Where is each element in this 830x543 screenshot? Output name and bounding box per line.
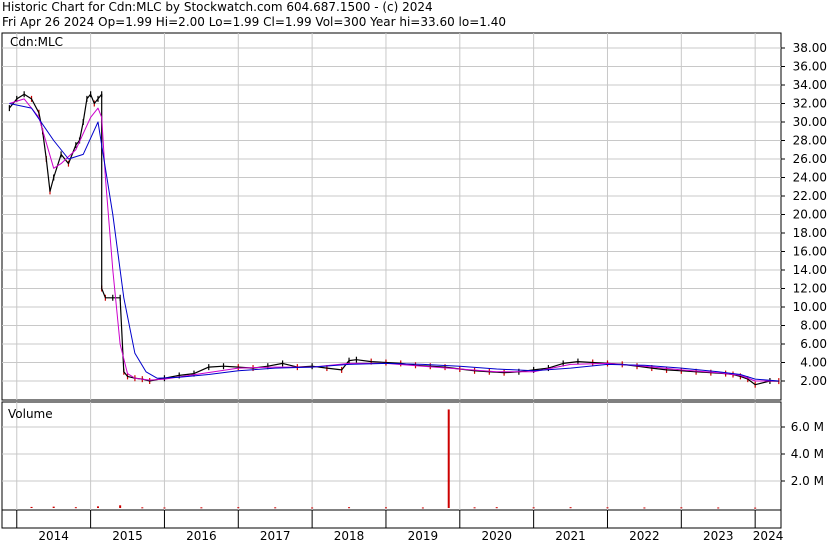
x-tick-label: 2016 — [186, 529, 217, 543]
volume-bar — [200, 507, 203, 509]
volume-bar — [447, 409, 450, 508]
x-tick-label: 2020 — [481, 529, 512, 543]
volume-bar — [74, 507, 77, 509]
y-tick-label: 16.00 — [793, 245, 827, 259]
y-tick-label: 20.00 — [793, 208, 827, 222]
x-tick-label: 2021 — [555, 529, 586, 543]
x-tick-label: 2022 — [629, 529, 660, 543]
volume-bar — [96, 506, 99, 508]
x-tick-label: 2024 — [753, 529, 784, 543]
price-panel-frame — [1, 32, 782, 401]
volume-bar — [680, 507, 683, 509]
volume-bar — [754, 507, 757, 509]
y-tick-label: 2.00 — [800, 374, 827, 388]
volume-panel-frame — [1, 401, 782, 511]
y-tick-label: 30.00 — [793, 115, 827, 129]
x-tick-label: 2019 — [408, 529, 439, 543]
volume-bar — [119, 505, 122, 508]
y-tick-label: 36.00 — [793, 60, 827, 74]
y-tick-label: 8.00 — [800, 319, 827, 333]
x-tick-label: 2023 — [703, 529, 734, 543]
y-tick-label: 22.00 — [793, 189, 827, 203]
stock-chart: 2014 2015 2016 2017 2018 2019 2020 2021 2022 2023… — [1, 32, 827, 543]
volume-tick-label: 2.0 M — [791, 474, 824, 488]
y-tick-label: 26.00 — [793, 152, 827, 166]
volume-tick-label: 6.0 M — [791, 420, 824, 434]
volume-bar — [311, 507, 314, 509]
y-tick-label: 32.00 — [793, 97, 827, 111]
y-tick-label: 10.00 — [793, 300, 827, 314]
price-panel-label: Cdn:MLC — [10, 35, 63, 49]
x-tick-label: 2014 — [38, 529, 69, 543]
volume-bar — [237, 507, 240, 509]
volume-bar — [717, 507, 720, 509]
y-tick-label: 34.00 — [793, 78, 827, 92]
y-tick-label: 38.00 — [793, 41, 827, 55]
volume-bar — [421, 507, 424, 509]
x-tick-label: 2018 — [334, 529, 365, 543]
volume-bar — [52, 506, 55, 508]
y-tick-label: 18.00 — [793, 226, 827, 240]
volume-bar — [141, 507, 144, 509]
volume-bar — [532, 507, 535, 509]
volume-tick-label: 4.0 M — [791, 447, 824, 461]
volume-bar — [30, 506, 33, 508]
volume-bar — [473, 507, 476, 509]
volume-bar — [569, 507, 572, 509]
y-tick-label: 28.00 — [793, 134, 827, 148]
date-axis-band — [1, 509, 782, 529]
volume-bar — [495, 507, 498, 509]
volume-bar — [384, 507, 387, 509]
volume-bar — [348, 507, 351, 509]
volume-bar — [643, 507, 646, 509]
y-tick-label: 4.00 — [800, 356, 827, 370]
y-tick-label: 24.00 — [793, 171, 827, 185]
x-tick-label: 2015 — [112, 529, 143, 543]
y-tick-label: 6.00 — [800, 337, 827, 351]
y-tick-label: 14.00 — [793, 263, 827, 277]
volume-bar — [606, 507, 609, 509]
volume-bar — [274, 507, 277, 509]
volume-panel-label: Volume — [8, 407, 53, 421]
x-tick-label: 2017 — [260, 529, 291, 543]
y-tick-label: 12.00 — [793, 282, 827, 296]
volume-bar — [163, 507, 166, 509]
